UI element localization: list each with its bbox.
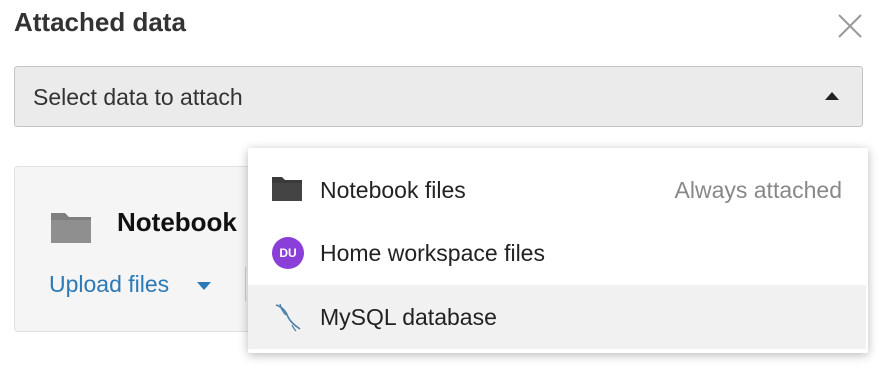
menu-item-label: Home workspace files — [320, 240, 545, 266]
dialog-title: Attached data — [14, 7, 186, 37]
folder-icon — [272, 177, 302, 201]
card-title: Notebook — [117, 207, 237, 237]
divider — [245, 267, 246, 301]
menu-item-notebook-files[interactable]: Notebook files Always attached — [248, 158, 866, 222]
avatar-icon: DU — [272, 237, 304, 269]
menu-item-home-workspace-files[interactable]: DU Home workspace files — [248, 221, 866, 285]
menu-item-mysql-database[interactable]: MySQL database — [248, 285, 866, 349]
upload-files-button[interactable]: Upload files — [49, 271, 169, 298]
menu-item-label: Notebook files — [320, 177, 466, 203]
data-source-select[interactable]: Select data to attach — [14, 66, 863, 127]
mysql-dolphin-icon — [275, 303, 301, 332]
close-icon[interactable] — [836, 12, 864, 40]
caret-down-icon[interactable] — [197, 282, 211, 290]
always-attached-note: Always attached — [674, 177, 842, 203]
select-placeholder: Select data to attach — [33, 84, 243, 110]
attach-data-menu: Notebook files Always attached DU Home w… — [248, 148, 868, 353]
folder-icon — [51, 213, 91, 243]
caret-up-icon — [825, 92, 839, 100]
menu-item-label: MySQL database — [320, 304, 497, 330]
